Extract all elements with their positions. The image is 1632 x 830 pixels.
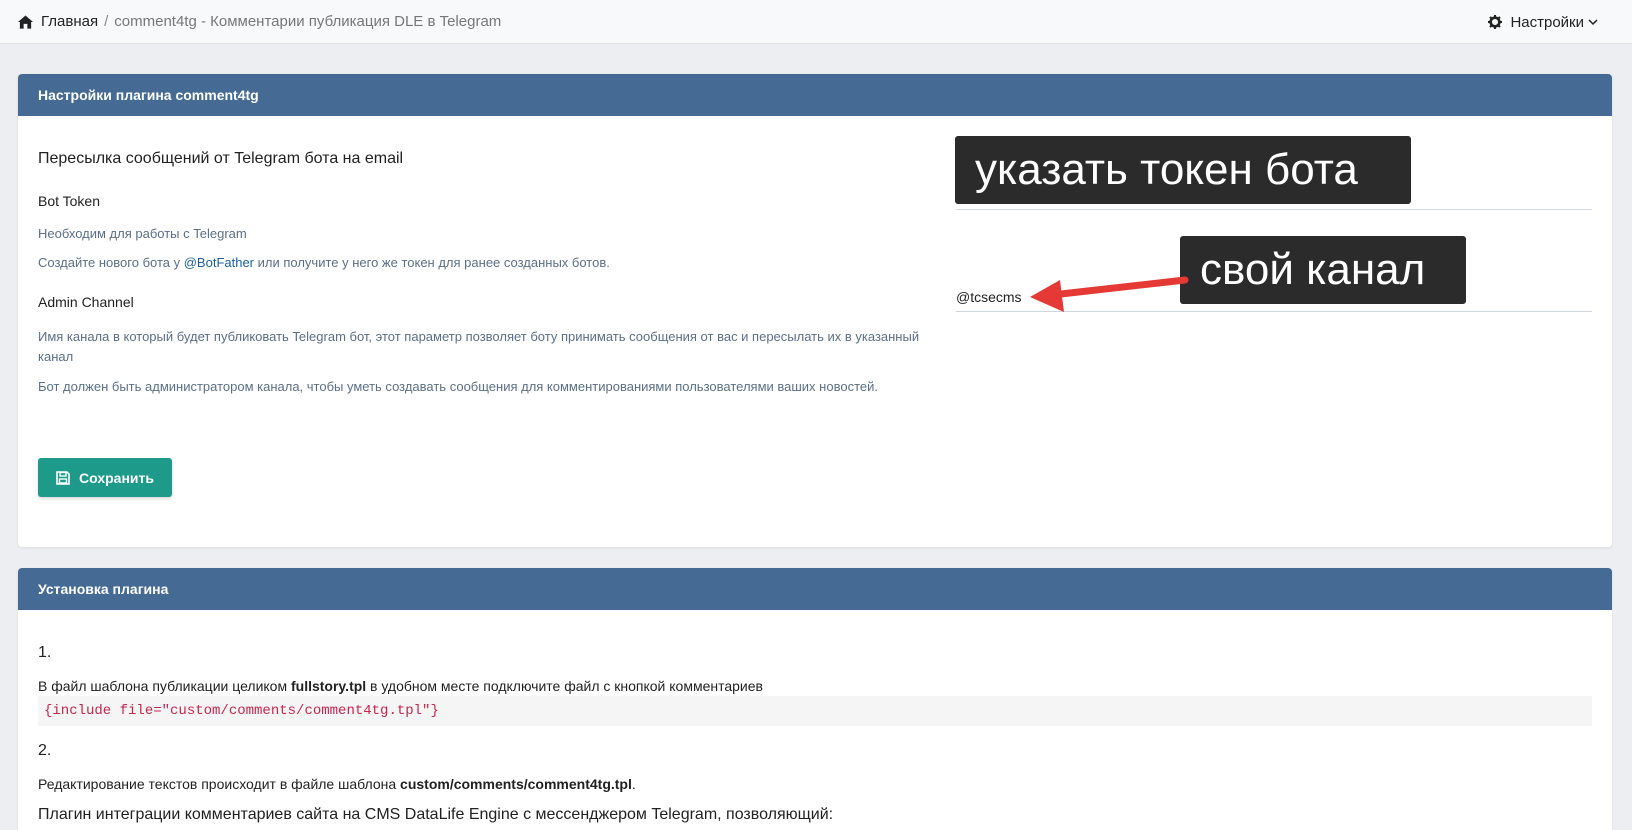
bot-token-label: Bot Token [38,193,101,209]
save-button-label: Сохранить [79,469,154,486]
annotation-channel: свой канал [1180,236,1466,304]
admin-channel-label: Admin Channel [38,294,134,310]
admin-channel-hint: Имя канала в который будет публиковать T… [38,329,920,364]
admin-channel-hint-admin: Бот должен быть администратором канала, … [38,379,878,394]
annotation-token: указать токен бота [955,136,1411,204]
step1-number: 1. [38,644,52,661]
step2-number: 2. [38,742,52,759]
include-code: {include file="custom/comments/comment4t… [38,696,1592,726]
bot-token-hint: Необходим для работы с Telegram [38,226,247,241]
plugin-description: Плагин интеграции комментариев сайта на … [38,806,834,823]
bot-token-hint-botfather: Создайте нового бота у @BotFather или по… [38,255,610,270]
save-button[interactable]: Сохранить [38,458,172,497]
install-panel: Установка плагина 1. В файл шаблона публ… [18,568,1612,830]
step2-text: Редактирование текстов происходит в файл… [38,776,636,792]
install-panel-header: Установка плагина [18,568,1612,610]
annotation-arrow-icon [1030,276,1189,312]
botfather-link[interactable]: @BotFather [184,255,254,270]
floppy-disk-icon [56,470,70,485]
section-title: Пересылка сообщений от Telegram бота на … [38,150,404,167]
step1-text: В файл шаблона публикации целиком fullst… [38,678,763,694]
